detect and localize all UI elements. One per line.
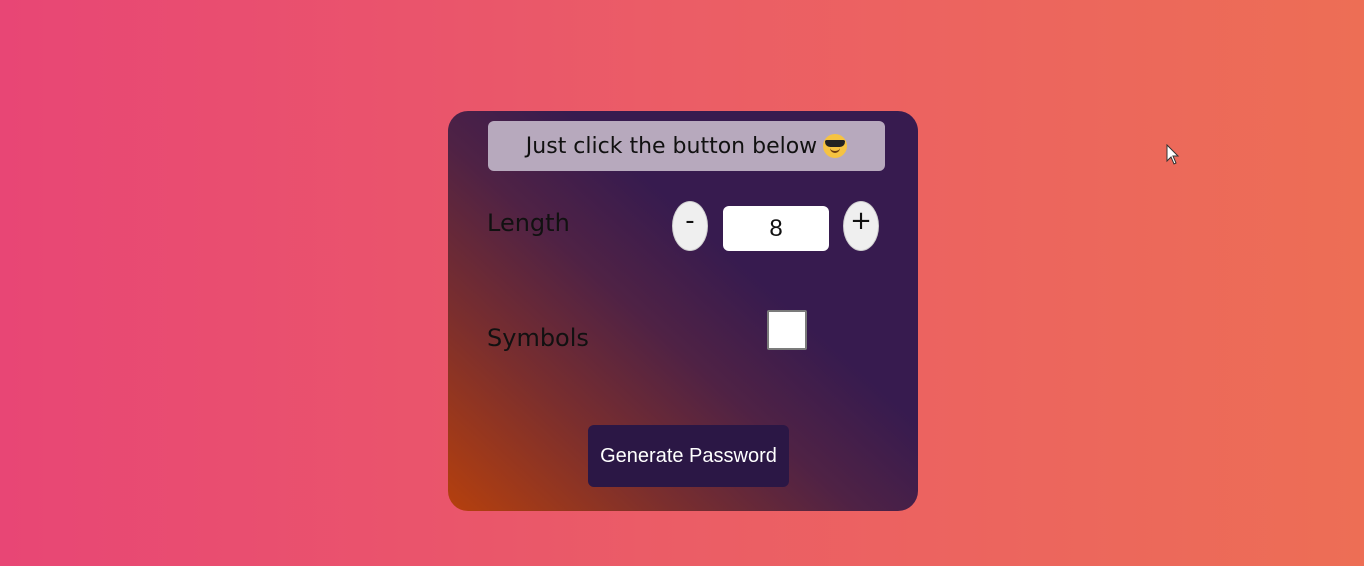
decrement-length-button[interactable]: - bbox=[672, 201, 708, 251]
symbols-label: Symbols bbox=[487, 324, 589, 352]
generate-password-button[interactable]: Generate Password bbox=[588, 425, 789, 487]
mouse-cursor-icon bbox=[1166, 144, 1180, 165]
password-generator-card: Just click the button below Length - + S… bbox=[448, 111, 918, 511]
instruction-banner: Just click the button below bbox=[488, 121, 885, 171]
length-label: Length bbox=[487, 209, 570, 237]
symbols-checkbox[interactable] bbox=[767, 310, 807, 350]
increment-length-button[interactable]: + bbox=[843, 201, 879, 251]
length-input[interactable] bbox=[723, 206, 829, 251]
banner-text: Just click the button below bbox=[525, 133, 818, 159]
sunglasses-emoji-icon bbox=[823, 134, 848, 158]
